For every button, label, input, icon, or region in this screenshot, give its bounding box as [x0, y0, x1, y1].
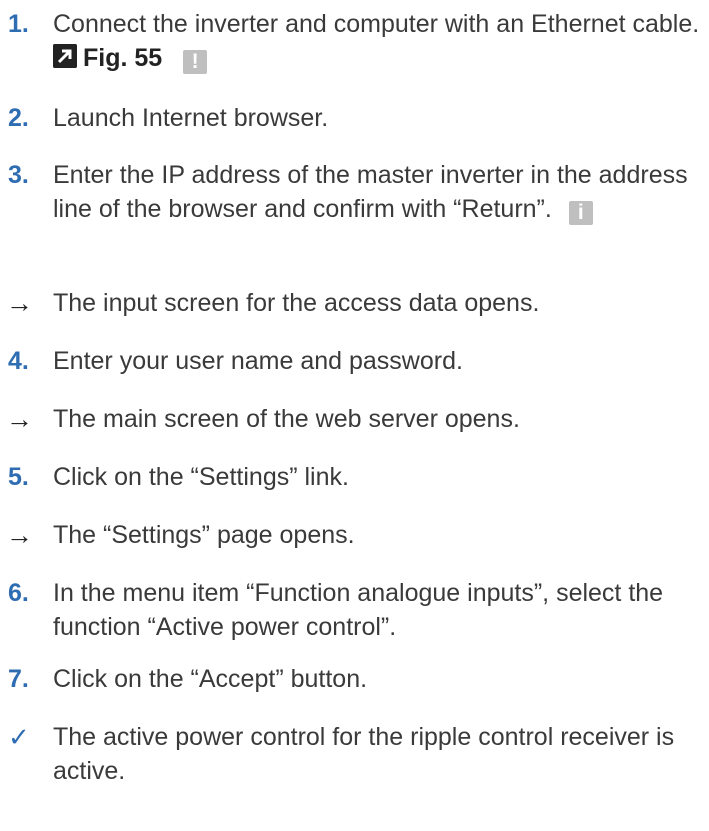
step-number: 2. [8, 104, 29, 132]
step-number: 5. [8, 463, 29, 491]
step-3: 3. Enter the IP address of the master in… [0, 158, 703, 226]
step-text: In the menu item “Function analogue inpu… [53, 579, 664, 641]
step-text: Enter your user name and password. [53, 347, 463, 375]
warning-icon: ! [183, 50, 208, 74]
result-3: → The “Settings” page opens. [0, 518, 703, 552]
step-4: 4. Enter your user name and password. [0, 344, 703, 378]
step-2: 2. Launch Internet browser. [0, 101, 703, 135]
step-number: 6. [8, 579, 29, 607]
step-5: 5. Click on the “Settings” link. [0, 460, 703, 494]
instruction-list: 1. Connect the inverter and computer wit… [0, 0, 709, 831]
figure-reference-link[interactable]: Fig. 55 [83, 44, 162, 72]
arrow-up-right-icon[interactable] [53, 44, 77, 68]
step-number: 1. [8, 10, 29, 38]
step-text: Click on the “Accept” button. [53, 665, 368, 693]
step-number: 3. [8, 161, 29, 189]
step-1: 1. Connect the inverter and computer wit… [0, 7, 703, 75]
result-text: The active power control for the ripple … [53, 723, 675, 785]
result-text: The main screen of the web server opens. [53, 405, 520, 433]
checkmark-icon: ✓ [8, 722, 30, 752]
right-arrow-icon: → [6, 288, 33, 318]
right-arrow-icon: → [6, 404, 33, 434]
step-text-container: Enter the IP address of the master inver… [53, 158, 703, 226]
result-2: → The main screen of the web server open… [0, 402, 703, 436]
step-7: 7. Click on the “Accept” button. [0, 662, 703, 696]
step-text: Connect the inverter and computer with a… [53, 10, 700, 38]
result-complete: ✓ The active power control for the ripple… [0, 720, 703, 788]
step-text: Launch Internet browser. [53, 104, 329, 132]
result-1: → The input screen for the access data o… [0, 286, 703, 320]
step-number: 7. [8, 665, 29, 693]
info-icon: i [568, 201, 593, 225]
result-text: The input screen for the access data ope… [53, 289, 540, 317]
step-text: Click on the “Settings” link. [53, 463, 349, 491]
step-number: 4. [8, 347, 29, 375]
right-arrow-icon: → [6, 520, 33, 550]
result-text: The “Settings” page opens. [53, 521, 355, 549]
step-text-container: Connect the inverter and computer with a… [53, 7, 703, 75]
step-6: 6. In the menu item “Function analogue in… [0, 576, 703, 644]
